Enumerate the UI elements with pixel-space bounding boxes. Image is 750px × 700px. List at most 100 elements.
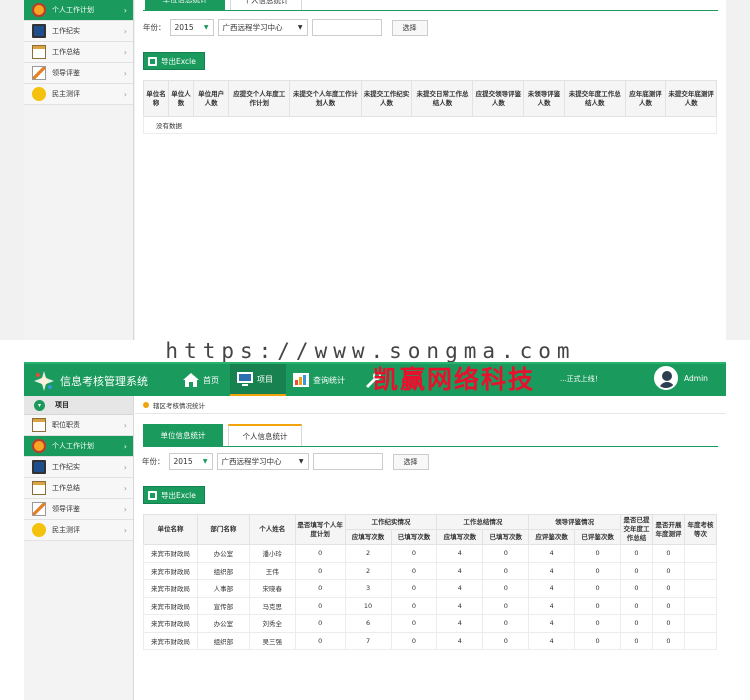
org-select[interactable]: 广西远程学习中心 ▼: [216, 453, 309, 470]
filter-bar: 年份： 2015 ▼ 广西远程学习中心 ▼ 选择: [143, 19, 428, 36]
tab-personal-stats[interactable]: 个人信息统计: [228, 424, 302, 446]
year-select[interactable]: 2015 ▼: [169, 19, 214, 36]
search-input[interactable]: [312, 453, 383, 470]
col-header: 应年底测评人数: [624, 80, 667, 117]
chevron-down-icon: ▼: [298, 458, 304, 465]
table-cell: 7: [344, 631, 392, 650]
table-cell: 2: [344, 561, 392, 580]
sidebar-item-label: 民主测评: [52, 526, 80, 534]
tab-unit-stats[interactable]: 单位信息统计: [143, 424, 223, 446]
table-cell: 0: [574, 596, 622, 615]
table-cell: 来宾市财政局: [143, 614, 198, 633]
table-cell: 0: [294, 614, 346, 633]
export-excel-button[interactable]: 导出Excle: [143, 52, 205, 70]
sidebar-item-label: 工作纪实: [52, 463, 80, 471]
col-header: 未领导评鉴人数: [523, 80, 565, 117]
user-avatar[interactable]: [654, 366, 678, 390]
sidebar-item-4[interactable]: 民主测评 ›: [24, 84, 133, 105]
col-group-summary: 工作总结情况: [436, 514, 530, 530]
monitor-icon: [32, 460, 46, 474]
nav-query-label: 查询统计: [313, 375, 345, 385]
sidebar-item-2[interactable]: 工作纪实 ›: [24, 457, 133, 478]
table-cell: 0: [390, 579, 438, 598]
sidebar-header-project[interactable]: ▾ 项目: [24, 396, 133, 415]
pencil-icon: [32, 502, 46, 516]
table-cell: 0: [482, 561, 530, 580]
col-name: 个人姓名: [248, 514, 296, 545]
table-cell: [683, 544, 718, 563]
table-cell: 4: [436, 561, 484, 580]
select-button[interactable]: 选择: [392, 453, 429, 470]
sidebar-item-3[interactable]: 领导评鉴 ›: [24, 63, 133, 84]
sidebar-item-label: 民主测评: [52, 90, 80, 98]
tab-divider: [143, 446, 718, 447]
excel-icon: [148, 56, 157, 66]
sidebar-item-3[interactable]: 工作总结 ›: [24, 478, 133, 499]
table-cell: 0: [482, 614, 530, 633]
sidebar-item-1[interactable]: 个人工作计划 ›: [24, 436, 133, 457]
username[interactable]: Admin: [684, 374, 708, 383]
export-excel-button[interactable]: 导出Excle: [143, 486, 205, 504]
table-cell: 10: [344, 596, 392, 615]
tab-personal-stats[interactable]: 个人信息统计: [230, 0, 302, 10]
table-cell: 吴三强: [248, 631, 296, 650]
col-header: 单位名称: [143, 80, 169, 117]
col-record-should: 应填写次数: [344, 529, 392, 545]
smiley-icon: [32, 523, 46, 537]
select-button[interactable]: 选择: [391, 19, 428, 36]
nav-home[interactable]: 首页: [178, 364, 230, 396]
sidebar-item-label: 职位职责: [52, 421, 80, 429]
clock-icon: [32, 439, 46, 453]
sidebar-item-0[interactable]: 个人工作计划 ›: [24, 0, 133, 21]
col-header: 未提交年度工作总结人数: [563, 80, 626, 117]
tab-unit-stats[interactable]: 单位信息统计: [145, 0, 225, 10]
collapse-icon: ▾: [34, 399, 45, 411]
table-cell: 0: [574, 614, 622, 633]
col-header: 单位用户人数: [192, 80, 230, 117]
sidebar-item-label: 工作总结: [52, 48, 80, 56]
sidebar-item-2[interactable]: 工作总结 ›: [24, 42, 133, 63]
table-cell: 0: [482, 544, 530, 563]
table-cell: 4: [528, 561, 576, 580]
table-cell: 组织部: [196, 561, 250, 580]
pencil-icon: [32, 66, 46, 80]
year-value: 2015: [173, 457, 193, 466]
search-input[interactable]: [311, 19, 382, 36]
sidebar-item-1[interactable]: 工作纪实 ›: [24, 21, 133, 42]
col-header: 未提交工作纪实人数: [360, 80, 413, 117]
sidebar-item-label: 工作总结: [52, 484, 80, 492]
sidebar-item-4[interactable]: 领导评鉴 ›: [24, 499, 133, 520]
nav-home-label: 首页: [203, 375, 219, 385]
col-record-filled: 已填写次数: [390, 529, 438, 545]
col-annual-summary: 是否已提交年度工作总结: [620, 514, 653, 545]
table-cell: 4: [436, 579, 484, 598]
table-cell: 4: [436, 614, 484, 633]
table-cell: 0: [620, 561, 653, 580]
year-select[interactable]: 2015 ▼: [168, 453, 213, 470]
empty-row: 没有数据: [143, 116, 717, 134]
sidebar-item-label: 工作纪实: [52, 27, 80, 35]
table-cell: 4: [528, 596, 576, 615]
table-cell: 6: [344, 614, 392, 633]
col-group-record: 工作纪实情况: [344, 514, 438, 530]
table-cell: [683, 631, 718, 650]
nav-query-stats[interactable]: 查询统计: [292, 364, 360, 396]
org-value: 广西远程学习中心: [221, 457, 282, 466]
sidebar-item-5[interactable]: 民主测评 ›: [24, 520, 133, 541]
table-row: 来宾市财政局 人事部 宋晓春 0 3 0 4 0 4 0 0 0: [143, 579, 718, 598]
col-dept: 部门名称: [196, 514, 250, 545]
col-year-end: 是否开展年度测评: [651, 514, 685, 545]
table-cell: 4: [528, 631, 576, 650]
sidebar-top: 个人工作计划 › 工作纪实 › 工作总结 › 领导评鉴 › 民主测评 ›: [24, 0, 134, 340]
table-cell: 2: [344, 544, 392, 563]
chevron-right-icon: ›: [123, 5, 127, 15]
org-select[interactable]: 广西远程学习中心 ▼: [217, 19, 308, 36]
table-cell: 0: [651, 544, 685, 563]
table-cell: 0: [294, 631, 346, 650]
col-review-should: 应评鉴次数: [528, 529, 576, 545]
nav-project[interactable]: 项目: [230, 364, 286, 396]
col-header: 应提交领导评鉴人数: [472, 80, 525, 117]
sidebar-item-0[interactable]: 职位职责 ›: [24, 415, 133, 436]
chevron-right-icon: ›: [123, 441, 127, 451]
announcement-marquee: ...正式上线！: [560, 375, 602, 383]
